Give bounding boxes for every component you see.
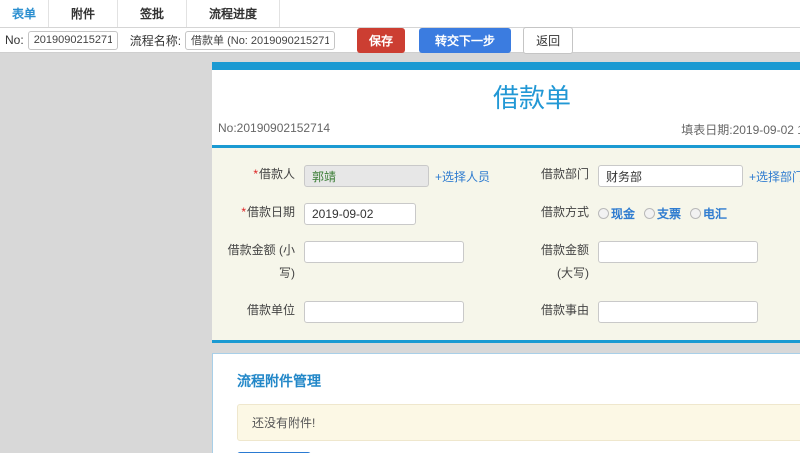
- field-row-loan-date: *借款日期: [220, 194, 528, 232]
- radio-cheque-label: 支票: [657, 207, 682, 221]
- attachments-panel: 流程附件管理 还没有附件! 上传附件: [212, 352, 800, 453]
- loan-unit-input[interactable]: [304, 300, 464, 323]
- radio-cheque[interactable]: 支票: [644, 205, 681, 222]
- tab-approval[interactable]: 签批: [118, 0, 188, 27]
- tab-form[interactable]: 表单: [0, 0, 50, 27]
- main-content: 借款单 No:20190902152714 填表日期:2019-09-02 15…: [212, 62, 800, 453]
- amount-uppercase-input[interactable]: [598, 241, 758, 263]
- amount-lowercase-label: 借款金额 (小写): [227, 243, 295, 280]
- loan-reason-input[interactable]: [598, 300, 758, 323]
- tab-approval-label: 签批: [140, 7, 165, 21]
- amount-uppercase-label: 借款金额 (大写): [540, 243, 589, 280]
- forward-next-step-button[interactable]: 转交下一步: [419, 27, 512, 53]
- form-title: 借款单: [492, 83, 571, 113]
- radio-circle-icon[interactable]: [598, 208, 609, 219]
- tab-process-progress-label: 流程进度: [209, 7, 258, 21]
- command-bar: No: 流程名称: 保存 转交下一步 返回: [0, 26, 800, 54]
- loan-date-input[interactable]: [304, 203, 416, 225]
- loan-date-label: *借款日期: [241, 205, 295, 219]
- loan-method-options: 现金 支票 电汇: [598, 201, 727, 222]
- tab-attachments[interactable]: 附件: [49, 0, 119, 27]
- form-fields-area: *借款人 +选择人员 借款部门 +选择部门 *借款日期: [212, 148, 800, 340]
- back-button[interactable]: 返回: [523, 26, 574, 54]
- select-person-link[interactable]: +选择人员: [435, 168, 490, 185]
- radio-wire-transfer[interactable]: 电汇: [690, 205, 727, 222]
- form-date-text: 填表日期:2019-09-02 15:27:14: [681, 123, 800, 137]
- flow-name-label: 流程名称:: [129, 33, 182, 48]
- loan-method-label: 借款方式: [540, 205, 589, 219]
- radio-circle-icon[interactable]: [644, 208, 656, 219]
- top-tab-bar: 表单 附件 签批 流程进度: [0, 0, 800, 28]
- loan-reason-label: 借款事由: [540, 302, 589, 317]
- form-no-text: No:20190902152714: [218, 121, 331, 135]
- field-row-borrower: *借款人 +选择人员: [220, 156, 528, 194]
- loan-unit-label: 借款单位: [246, 302, 295, 317]
- field-row-amount-lowercase: 借款金额 (小写): [220, 232, 528, 292]
- field-row-loan-method: 借款方式 现金 支票 电汇: [528, 194, 800, 232]
- field-row-amount-uppercase: 借款金额 (大写): [528, 232, 800, 292]
- amount-lowercase-input[interactable]: [304, 241, 464, 263]
- field-row-loan-unit: 借款单位: [220, 292, 528, 330]
- borrower-input[interactable]: [304, 165, 429, 187]
- attachments-header: 流程附件管理: [237, 372, 321, 389]
- panel-top-accent-bar: [212, 62, 800, 70]
- radio-circle-icon[interactable]: [690, 208, 702, 219]
- divider-line-bottom: [212, 339, 800, 343]
- department-input[interactable]: [598, 165, 743, 187]
- tab-process-progress[interactable]: 流程进度: [187, 0, 281, 27]
- no-input[interactable]: [27, 30, 118, 50]
- flow-name-input[interactable]: [185, 30, 336, 50]
- required-mark: *: [253, 167, 258, 181]
- field-row-department: 借款部门 +选择部门: [528, 156, 800, 194]
- tab-attachments-label: 附件: [71, 7, 96, 21]
- required-mark: *: [241, 205, 246, 219]
- form-meta-row: No:20190902152714 填表日期:2019-09-02 15:27:…: [212, 115, 800, 145]
- tab-form-label: 表单: [12, 7, 37, 21]
- no-attachments-message: 还没有附件!: [237, 403, 800, 441]
- department-label: 借款部门: [540, 167, 589, 181]
- save-button[interactable]: 保存: [357, 27, 406, 53]
- radio-cash[interactable]: 现金: [598, 205, 635, 222]
- radio-wire-transfer-label: 电汇: [703, 207, 728, 221]
- no-label: No:: [5, 33, 24, 47]
- select-department-link[interactable]: +选择部门: [749, 168, 800, 185]
- loan-form-panel: 借款单 No:20190902152714 填表日期:2019-09-02 15…: [212, 62, 800, 343]
- field-row-loan-reason: 借款事由: [528, 292, 800, 330]
- borrower-label: *借款人: [253, 167, 295, 181]
- radio-cash-label: 现金: [611, 207, 636, 221]
